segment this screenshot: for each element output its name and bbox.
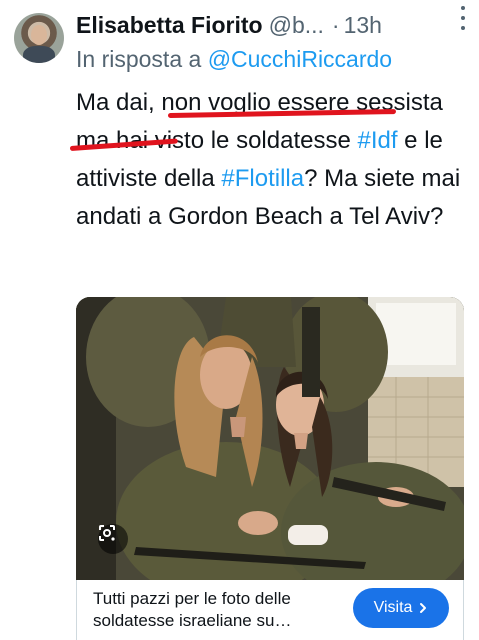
lens-glyph <box>99 525 115 541</box>
hashtag-flotilla-link[interactable]: #Flotilla <box>221 165 304 192</box>
photo-illustration <box>76 297 464 580</box>
chevron-right-icon <box>420 603 427 613</box>
hashtag-idf-link[interactable]: #Idf <box>357 127 397 154</box>
link-preview-card[interactable]: Tutti pazzi per le foto delle soldatesse… <box>76 580 464 640</box>
visit-button[interactable]: Visita <box>353 588 449 628</box>
google-lens-icon[interactable] <box>98 524 128 554</box>
author-name[interactable]: Elisabetta Fiorito <box>76 12 263 39</box>
more-vertical-icon[interactable] <box>453 6 473 30</box>
avatar-face <box>31 25 47 45</box>
avatar-body <box>23 46 55 63</box>
tweet-text: Ma dai, non voglio essere sessista ma ha… <box>76 84 472 236</box>
reply-mention-link[interactable]: @CucchiRiccardo <box>208 46 392 72</box>
more-dot <box>461 16 465 20</box>
visit-button-label: Visita <box>373 599 413 616</box>
separator-dot: · <box>331 11 340 38</box>
author-avatar[interactable] <box>14 13 64 63</box>
more-dot <box>461 6 465 10</box>
reply-prefix: In risposta a <box>76 46 202 72</box>
reply-context: In risposta a @CucchiRiccardo <box>76 46 392 73</box>
author-handle[interactable]: @b... <box>269 12 324 39</box>
tweet-photo[interactable] <box>76 297 464 580</box>
card-title[interactable]: Tutti pazzi per le foto delle soldatesse… <box>93 588 343 632</box>
more-dot <box>461 26 465 30</box>
tweet-header: Elisabetta Fiorito @b... · 13h <box>76 8 466 42</box>
tweet-time[interactable]: 13h <box>344 12 382 39</box>
